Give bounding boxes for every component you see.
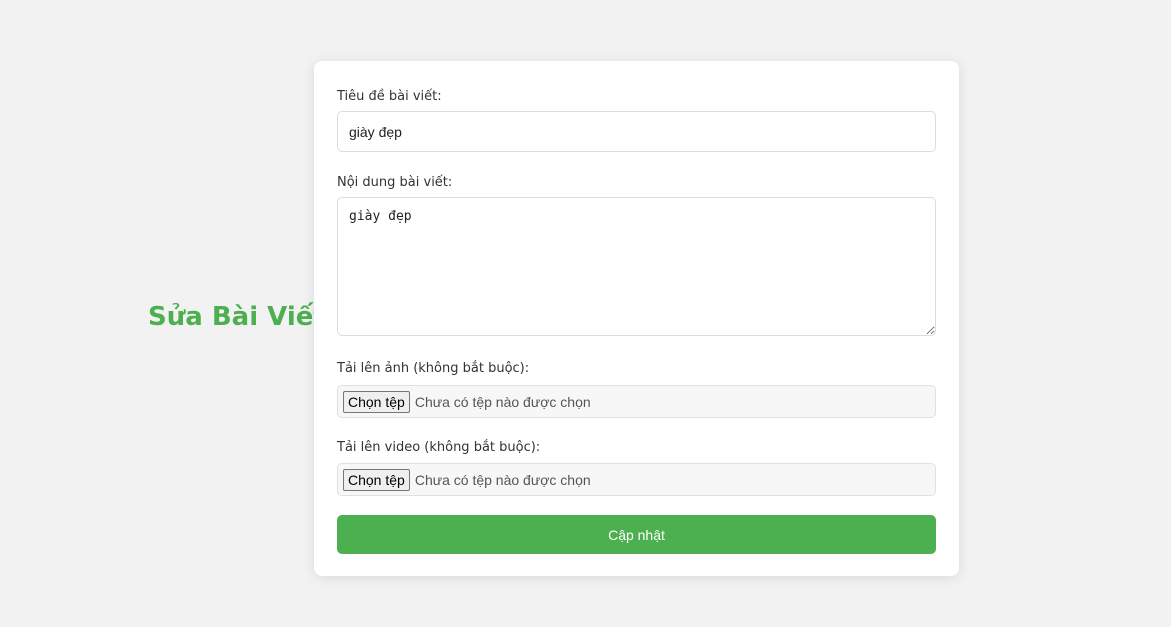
- video-choose-file-button[interactable]: Chọn tệp: [343, 468, 410, 491]
- image-file-status: Chưa có tệp nào được chọn: [414, 393, 591, 410]
- video-file-input[interactable]: Chọn tệp Chưa có tệp nào được chọn: [337, 463, 936, 496]
- update-button[interactable]: Cập nhật: [337, 515, 936, 554]
- image-upload-label: Tải lên ảnh (không bắt buộc):: [337, 361, 530, 376]
- image-file-input[interactable]: Chọn tệp Chưa có tệp nào được chọn: [337, 385, 936, 418]
- edit-post-form: Tiêu đề bài viết: Nội dung bài viết: già…: [314, 61, 959, 576]
- title-label: Tiêu đề bài viết:: [337, 89, 442, 104]
- image-choose-file-button[interactable]: Chọn tệp: [343, 390, 410, 413]
- title-input[interactable]: [337, 111, 936, 152]
- content-label: Nội dung bài viết:: [337, 175, 453, 190]
- page-title: Sửa Bài Viết: [148, 302, 326, 332]
- video-file-status: Chưa có tệp nào được chọn: [414, 471, 591, 488]
- content-textarea[interactable]: giày đẹp: [337, 197, 936, 336]
- video-upload-label: Tải lên video (không bắt buộc):: [337, 440, 541, 455]
